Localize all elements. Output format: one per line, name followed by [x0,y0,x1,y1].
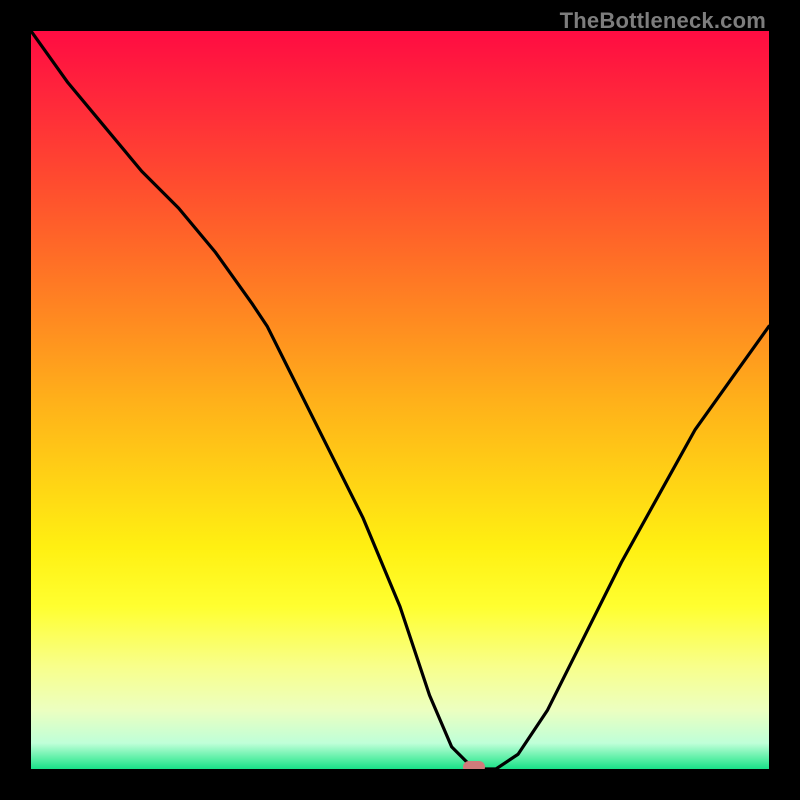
watermark-text: TheBottleneck.com [560,8,766,34]
plot-area [31,31,769,769]
optimal-point-marker [463,761,485,769]
bottleneck-curve [31,31,769,769]
chart-frame: TheBottleneck.com [0,0,800,800]
